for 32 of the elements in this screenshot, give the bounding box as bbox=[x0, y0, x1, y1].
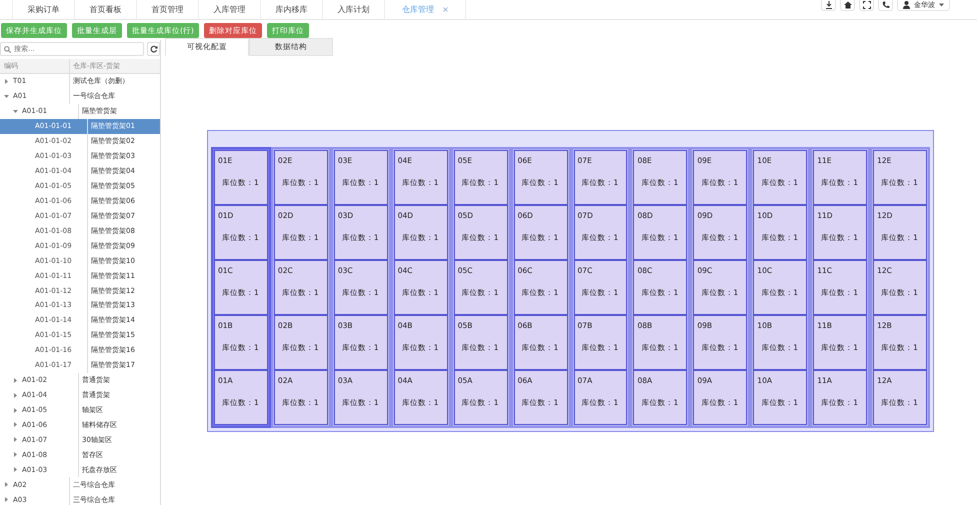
home-icon bbox=[844, 1, 852, 9]
phone-icon bbox=[882, 1, 890, 9]
refresh-icon bbox=[150, 45, 158, 53]
phone-button[interactable] bbox=[878, 0, 893, 11]
caret-right-icon[interactable] bbox=[13, 378, 18, 383]
user-icon bbox=[903, 1, 910, 9]
download-button[interactable] bbox=[821, 0, 836, 11]
caret-right-icon[interactable] bbox=[13, 422, 18, 428]
fullscreen-button[interactable] bbox=[859, 0, 874, 11]
caret-right-icon[interactable] bbox=[13, 452, 18, 458]
fullscreen-icon bbox=[862, 1, 870, 9]
refresh-button[interactable] bbox=[147, 42, 160, 56]
caret-down-icon bbox=[939, 3, 944, 7]
caret-down-icon[interactable] bbox=[13, 108, 18, 114]
home-button[interactable] bbox=[840, 0, 855, 11]
nav-tab[interactable]: 首页管理 bbox=[136, 0, 198, 19]
close-icon[interactable] bbox=[443, 7, 448, 12]
download-icon bbox=[824, 1, 832, 9]
caret-right-icon[interactable] bbox=[13, 408, 18, 413]
caret-right-icon[interactable] bbox=[13, 437, 18, 442]
nav-tab[interactable]: 入库计划 bbox=[322, 0, 384, 19]
nav-tab[interactable]: 首页看板 bbox=[74, 0, 136, 19]
caret-right-icon[interactable] bbox=[13, 467, 18, 472]
search-icon bbox=[4, 46, 11, 52]
caret-right-icon[interactable] bbox=[4, 497, 9, 502]
nav-tab[interactable]: 采购订单 bbox=[12, 0, 74, 19]
caret-right-icon[interactable] bbox=[4, 78, 9, 84]
nav-tab[interactable]: 库内移库 bbox=[260, 0, 322, 19]
nav-tab[interactable]: 入库管理 bbox=[198, 0, 260, 19]
caret-right-icon[interactable] bbox=[4, 482, 9, 488]
caret-down-icon[interactable] bbox=[4, 94, 9, 99]
caret-right-icon[interactable] bbox=[13, 392, 18, 398]
